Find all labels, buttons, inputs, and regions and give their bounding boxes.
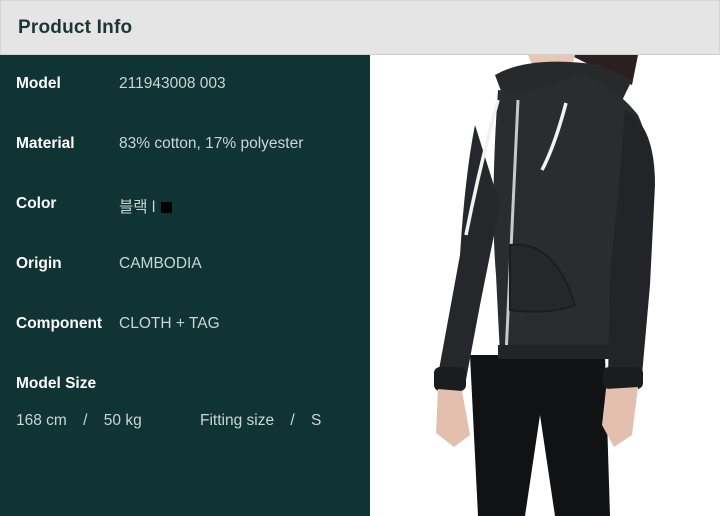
model-value: 211943008 003 [119,75,226,92]
model-size-label: Model Size [16,375,97,392]
hand-left [436,389,470,447]
fitting-separator: / [290,412,295,429]
cuff-left [434,367,466,391]
info-header: Product Info [0,0,720,55]
fitting-size-value: S [311,412,322,429]
hoodie-hem [498,345,642,359]
model-label: Model [16,75,61,92]
header-title: Product Info [18,17,133,38]
color-value: 블랙 l [119,199,156,216]
origin-label: Origin [16,255,62,272]
model-hoodie-illustration [434,55,655,516]
hoodie-sleeve-left [438,125,500,385]
fitting-size-label: Fitting size [200,412,275,429]
size-separator: / [83,412,88,429]
material-value: 83% cotton, 17% polyester [119,135,304,152]
component-label: Component [16,315,103,332]
color-swatch-icon [161,202,173,213]
leggings-shape [470,355,610,516]
model-size-values: 168 cm / 50 kg Fitting size / S [16,412,321,430]
material-label: Material [16,135,75,152]
component-value: CLOTH + TAG [119,315,220,332]
details-panel: Model 211943008 003 Material 83% cotton,… [0,55,370,516]
model-weight: 50 kg [103,412,142,429]
color-value-wrap: 블랙 l [119,195,173,217]
product-photo [370,55,720,516]
color-label: Color [16,195,57,212]
origin-value: CAMBODIA [119,255,202,272]
cuff-right [603,367,643,389]
model-height: 168 cm [16,412,67,429]
